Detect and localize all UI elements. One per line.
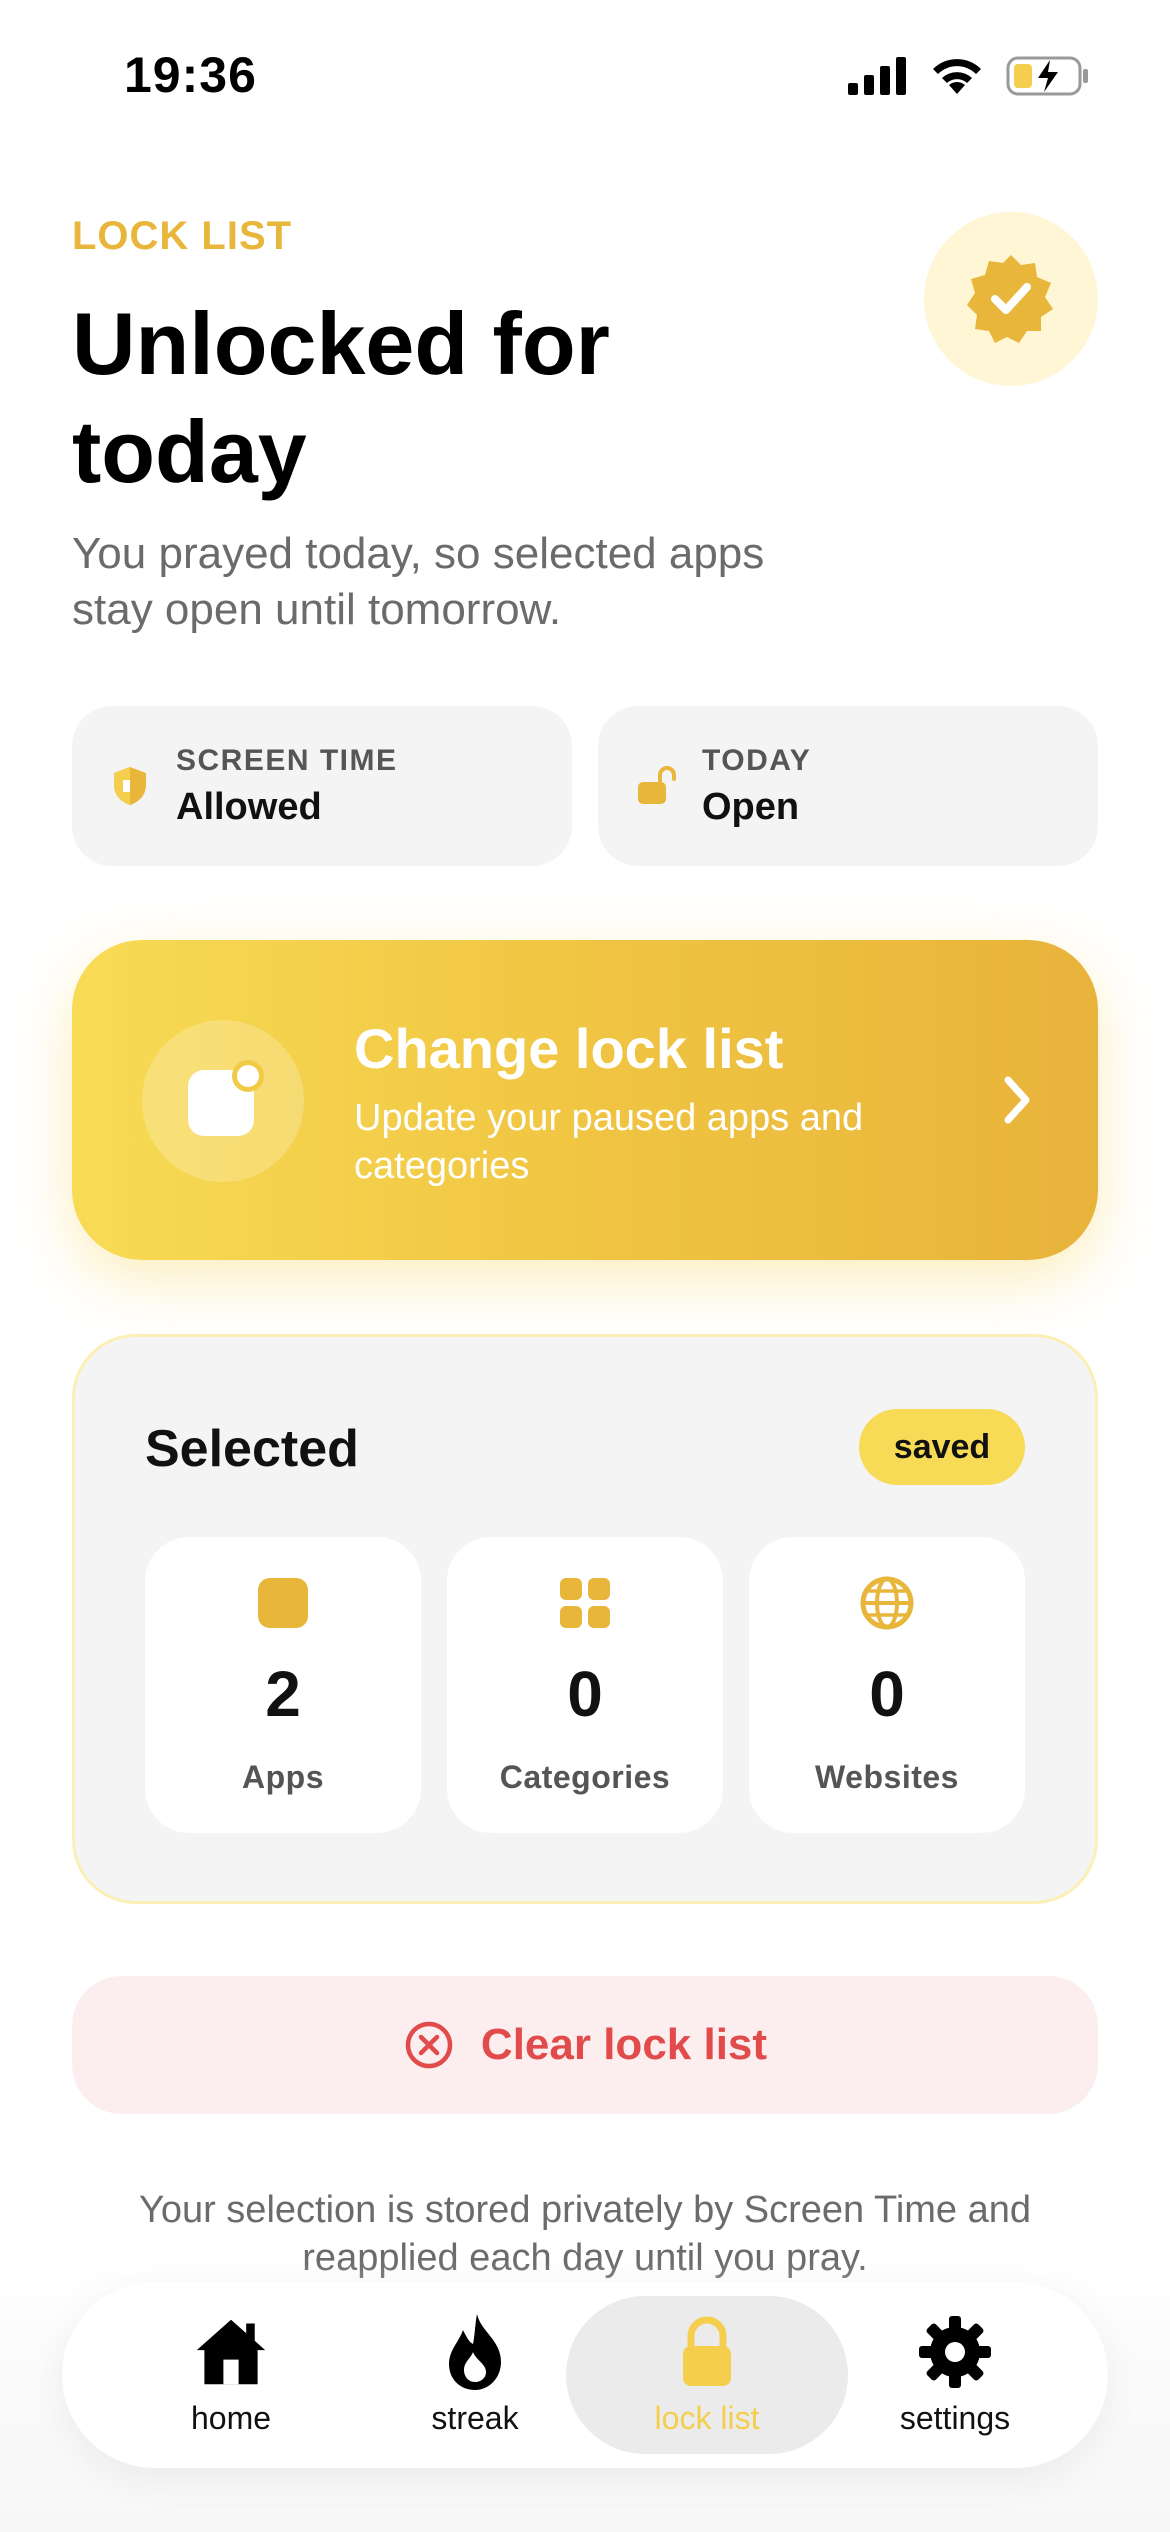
websites-tile: 0 Websites bbox=[749, 1537, 1025, 1833]
categories-count: 0 bbox=[567, 1658, 603, 1730]
verified-badge-icon bbox=[967, 255, 1053, 343]
tab-settings[interactable]: settings bbox=[814, 2296, 1096, 2454]
cta-icon-circle bbox=[142, 1020, 304, 1182]
selected-card: Selected saved 2 Apps 0 Categories 0 Web… bbox=[72, 1334, 1098, 1904]
cta-title: Change lock list bbox=[354, 1017, 784, 1080]
tab-streak-label: streak bbox=[431, 2399, 519, 2436]
clear-lock-list-button[interactable]: Clear lock list bbox=[72, 1976, 1098, 2114]
screen-time-pill: SCREEN TIME Allowed bbox=[72, 706, 572, 866]
tab-bar: home streak lock list settings bbox=[62, 2282, 1108, 2468]
today-label: TODAY bbox=[702, 744, 812, 777]
page-subtitle: You prayed today, so selected apps stay … bbox=[72, 529, 765, 634]
apps-count: 2 bbox=[265, 1658, 301, 1730]
tab-lock-list-label: lock list bbox=[654, 2399, 760, 2436]
today-value: Open bbox=[702, 786, 800, 828]
tab-lock-list[interactable]: lock list bbox=[566, 2296, 848, 2454]
wifi-icon bbox=[933, 59, 981, 94]
categories-label: Categories bbox=[499, 1759, 671, 1795]
padlock-icon bbox=[683, 2316, 731, 2386]
gear-icon bbox=[919, 2315, 991, 2388]
today-pill: TODAY Open bbox=[598, 706, 1098, 866]
cta-subtitle: Update your paused apps and categories bbox=[354, 1097, 864, 1187]
house-icon bbox=[196, 2319, 266, 2384]
websites-count: 0 bbox=[869, 1658, 905, 1730]
shield-icon bbox=[114, 767, 146, 805]
verified-badge bbox=[924, 212, 1098, 386]
grid-icon bbox=[560, 1578, 610, 1628]
cellular-signal-icon bbox=[848, 57, 906, 95]
tab-settings-label: settings bbox=[899, 2399, 1011, 2436]
change-lock-list-button[interactable]: Change lock list Update your paused apps… bbox=[72, 940, 1098, 1260]
battery-charging-icon bbox=[1006, 56, 1088, 96]
eyebrow-label: LOCK LIST bbox=[72, 214, 293, 258]
tab-home-label: home bbox=[190, 2399, 272, 2436]
apps-tile: 2 Apps bbox=[145, 1537, 421, 1833]
screen-time-label: SCREEN TIME bbox=[176, 744, 398, 777]
tab-home[interactable]: home bbox=[90, 2296, 372, 2454]
status-bar: 19:36 bbox=[0, 0, 1170, 150]
websites-label: Websites bbox=[815, 1759, 959, 1795]
selection-tiles: 2 Apps 0 Categories 0 Websites bbox=[145, 1537, 1025, 1833]
status-icons bbox=[848, 56, 1090, 96]
close-circle-icon bbox=[405, 2021, 453, 2069]
clear-lock-list-label: Clear lock list bbox=[480, 2020, 768, 2069]
status-badge: saved bbox=[859, 1409, 1025, 1485]
page-title: Unlocked for today bbox=[72, 294, 610, 501]
app-square-icon bbox=[258, 1578, 308, 1628]
apps-label: Apps bbox=[242, 1759, 324, 1795]
status-time: 19:36 bbox=[124, 47, 257, 103]
unlocked-padlock-icon bbox=[638, 766, 676, 804]
globe-icon bbox=[860, 1576, 914, 1630]
screen-time-value: Allowed bbox=[176, 786, 322, 828]
chevron-right-icon bbox=[1004, 1076, 1030, 1124]
flame-icon bbox=[449, 2313, 501, 2390]
app-notification-icon bbox=[188, 1060, 264, 1136]
selected-title: Selected bbox=[145, 1420, 359, 1478]
categories-tile: 0 Categories bbox=[447, 1537, 723, 1833]
